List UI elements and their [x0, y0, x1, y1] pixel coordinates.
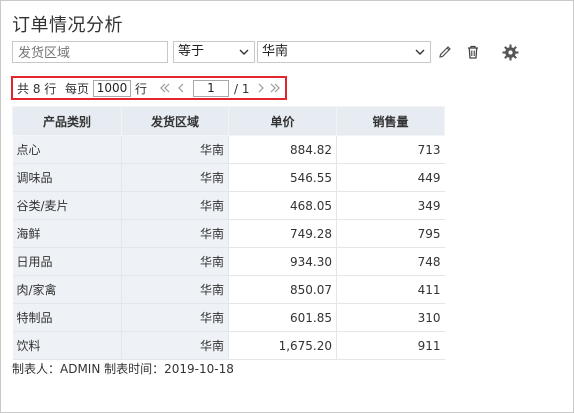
cell-price: 601.85 [228, 303, 337, 332]
table-row: 特制品 华南 601.85 310 [12, 303, 445, 332]
cell-region: 华南 [121, 163, 229, 192]
cell-region: 华南 [121, 191, 229, 220]
delete-filter-button[interactable] [463, 42, 483, 62]
page-title: 订单情况分析 [12, 15, 123, 36]
filter-field-input[interactable] [12, 41, 168, 63]
cell-region: 华南 [121, 303, 229, 332]
column-header-category[interactable]: 产品类别 [12, 106, 122, 136]
last-page-icon[interactable] [268, 81, 282, 95]
table-row: 饮料 华南 1,675.20 911 [12, 331, 445, 360]
cell-category: 日用品 [12, 247, 122, 276]
total-rows-label: 共 8 行 [17, 82, 57, 96]
column-header-price[interactable]: 单价 [228, 106, 337, 136]
cell-quantity: 449 [336, 163, 445, 192]
trash-icon [468, 45, 478, 59]
cell-category: 谷类/麦片 [12, 191, 122, 220]
table-row: 肉/家禽 华南 850.07 411 [12, 275, 445, 304]
cell-region: 华南 [121, 135, 229, 164]
cell-category: 肉/家禽 [12, 275, 122, 304]
chevron-down-icon [415, 49, 425, 55]
gear-icon [502, 44, 518, 60]
cell-category: 饮料 [12, 331, 122, 360]
prev-page-icon[interactable] [174, 81, 188, 95]
pencil-icon [439, 46, 451, 58]
table-row: 调味品 华南 546.55 449 [12, 163, 445, 192]
column-header-quantity[interactable]: 销售量 [336, 106, 445, 136]
cell-region: 华南 [121, 331, 229, 360]
pagination-bar: 共 8 行 每页 1000 行 1 / 1 [11, 76, 287, 100]
cell-region: 华南 [121, 219, 229, 248]
cell-price: 884.82 [228, 135, 337, 164]
chevron-down-icon [239, 49, 249, 55]
per-page-input[interactable]: 1000 [93, 80, 131, 97]
report-footer: 制表人：ADMIN 制表时间：2019-10-18 [12, 362, 234, 376]
edit-filter-button[interactable] [435, 42, 455, 62]
filter-value-text: 华南 [262, 44, 289, 59]
cell-category: 点心 [12, 135, 122, 164]
cell-quantity: 713 [336, 135, 445, 164]
cell-price: 850.07 [228, 275, 337, 304]
table-row: 海鲜 华南 749.28 795 [12, 219, 445, 248]
cell-quantity: 411 [336, 275, 445, 304]
first-page-icon[interactable] [158, 81, 172, 95]
table-header-row: 产品类别 发货区域 单价 销售量 [12, 106, 445, 136]
per-page-label: 每页 [65, 82, 90, 96]
cell-quantity: 748 [336, 247, 445, 276]
cell-category: 特制品 [12, 303, 122, 332]
filter-operator-value: 等于 [178, 44, 205, 59]
page-total-label: / 1 [234, 82, 250, 96]
cell-region: 华南 [121, 275, 229, 304]
table-row: 点心 华南 884.82 713 [12, 135, 445, 164]
table-row: 谷类/麦片 华南 468.05 349 [12, 191, 445, 220]
next-page-icon[interactable] [254, 81, 268, 95]
current-page-input[interactable]: 1 [193, 80, 229, 97]
cell-category: 调味品 [12, 163, 122, 192]
cell-quantity: 911 [336, 331, 445, 360]
table-row: 日用品 华南 934.30 748 [12, 247, 445, 276]
filter-operator-select[interactable]: 等于 [173, 41, 255, 63]
settings-button[interactable] [500, 42, 520, 62]
column-header-region[interactable]: 发货区域 [121, 106, 229, 136]
cell-quantity: 349 [336, 191, 445, 220]
cell-quantity: 795 [336, 219, 445, 248]
sales-table: 产品类别 发货区域 单价 销售量 点心 华南 884.82 713 调味品 华南… [12, 106, 445, 360]
cell-price: 468.05 [228, 191, 337, 220]
cell-price: 1,675.20 [228, 331, 337, 360]
cell-category: 海鲜 [12, 219, 122, 248]
filter-value-select[interactable]: 华南 [257, 41, 431, 63]
rows-unit-label: 行 [135, 82, 148, 96]
cell-price: 546.55 [228, 163, 337, 192]
cell-price: 934.30 [228, 247, 337, 276]
cell-region: 华南 [121, 247, 229, 276]
cell-quantity: 310 [336, 303, 445, 332]
cell-price: 749.28 [228, 219, 337, 248]
